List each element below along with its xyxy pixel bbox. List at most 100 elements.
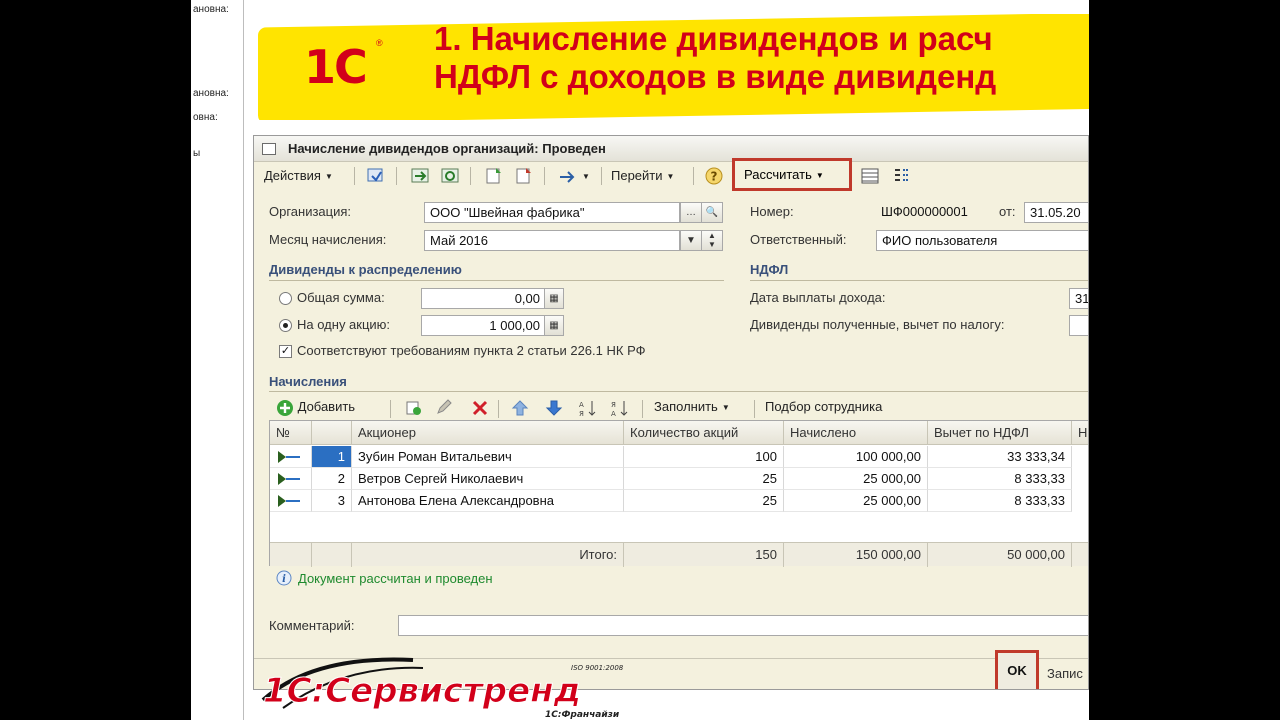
shares-cell[interactable]: 25 (624, 490, 784, 512)
shareholder-cell[interactable]: Ветров Сергей Николаевич (352, 468, 624, 490)
pick-employee-button[interactable]: Подбор сотрудника (765, 396, 882, 418)
month-stepper[interactable]: ▲ ▼ (701, 230, 723, 251)
post-document-icon[interactable] (410, 166, 430, 186)
date-field[interactable]: 31.05.20 (1024, 202, 1088, 223)
toolbar-separator (601, 167, 602, 185)
info-icon: i (276, 570, 292, 586)
compliance-label: Соответствуют требованиям пункта 2 стать… (297, 343, 646, 358)
comment-label: Комментарий: (269, 618, 355, 633)
calculate-button[interactable]: Рассчитать ▼ (732, 158, 852, 191)
refresh-document-icon[interactable] (440, 166, 460, 186)
organization-field[interactable]: ООО "Швейная фабрика" (424, 202, 680, 223)
actions-menu-button[interactable]: Действия ▼ (264, 165, 333, 187)
settings-list-icon[interactable] (892, 166, 912, 186)
comment-field[interactable] (398, 615, 1088, 636)
totals-deduction: 50 000,00 (928, 543, 1072, 567)
column-header-next[interactable]: Н (1072, 421, 1088, 445)
toolbar-separator (693, 167, 694, 185)
chevron-down-icon: ▼ (815, 171, 824, 181)
status-message-text: Документ рассчитан и проведен (298, 571, 493, 586)
column-header-deduction[interactable]: Вычет по НДФЛ (928, 421, 1072, 445)
total-sum-field[interactable]: 0,00 (421, 288, 545, 309)
per-share-field[interactable]: 1 000,00 (421, 315, 545, 336)
column-header-num[interactable]: № (270, 421, 312, 445)
total-sum-radio[interactable] (279, 292, 292, 305)
sort-ascending-icon[interactable]: АЯ (578, 398, 598, 418)
toolbar-separator (396, 167, 397, 185)
chevron-down-icon: ▼ (666, 171, 675, 181)
received-dividends-field[interactable] (1069, 315, 1088, 336)
row-arrow-icon (278, 473, 300, 485)
svg-text:А: А (579, 401, 584, 409)
section-divider (269, 280, 724, 281)
save-post-icon[interactable] (366, 166, 386, 186)
compliance-checkbox[interactable]: ✓ (279, 345, 292, 358)
deduction-cell[interactable]: 8 333,33 (928, 468, 1072, 490)
structure-icon[interactable] (484, 166, 504, 186)
accruals-table: № Акционер Количество акций Начислено Вы… (269, 420, 1088, 567)
toolbar-separator (470, 167, 471, 185)
ellipsis-button[interactable]: … (680, 202, 702, 223)
month-field[interactable]: Май 2016 (424, 230, 680, 251)
goto-label: Перейти (611, 168, 663, 183)
help-icon[interactable]: ? (704, 166, 724, 186)
column-header-shareholder[interactable]: Акционер (352, 421, 624, 445)
chevron-down-icon: ▼ (324, 171, 333, 181)
left-black-bar (0, 0, 191, 720)
window-title: Начисление дивидендов организаций: Прове… (288, 141, 606, 156)
add-row-button[interactable]: Добавить (276, 396, 355, 418)
goto-menu-button[interactable]: Перейти ▼ (611, 165, 674, 187)
copy-row-icon[interactable] (404, 398, 424, 418)
move-down-icon[interactable] (544, 398, 564, 418)
fill-label: Заполнить (654, 399, 718, 414)
payout-date-field[interactable]: 31 (1069, 288, 1088, 309)
responsible-field[interactable]: ФИО пользователя (876, 230, 1088, 251)
row-marker[interactable] (270, 446, 312, 468)
delete-icon[interactable] (470, 398, 490, 418)
column-header-accrued[interactable]: Начислено (784, 421, 928, 445)
date-label: от: (999, 204, 1016, 219)
number-value: ШФ000000001 (881, 204, 968, 219)
strip-text-3: овна: (193, 112, 218, 123)
fill-menu-button[interactable]: Заполнить ▼ (654, 396, 730, 418)
row-number[interactable]: 1 (312, 446, 352, 468)
arrow-right-icon (560, 170, 575, 183)
move-up-icon[interactable] (510, 398, 530, 418)
row-marker[interactable] (270, 490, 312, 512)
edit-pencil-icon[interactable] (434, 398, 454, 418)
totals-accrued: 150 000,00 (784, 543, 928, 567)
row-marker[interactable] (270, 468, 312, 490)
shares-cell[interactable]: 25 (624, 468, 784, 490)
deduction-cell[interactable]: 8 333,33 (928, 490, 1072, 512)
column-header-shares[interactable]: Количество акций (624, 421, 784, 445)
logo-text: 1С:Сервистренд (263, 671, 581, 711)
movements-icon[interactable] (514, 166, 534, 186)
deduction-cell[interactable]: 33 333,34 (928, 446, 1072, 468)
per-share-radio[interactable] (279, 319, 292, 332)
row-number[interactable]: 3 (312, 490, 352, 512)
received-dividends-label: Дивиденды полученные, вычет по налогу: (750, 317, 1005, 332)
column-header-icon (312, 421, 352, 445)
search-icon[interactable]: 🔍 (701, 202, 723, 223)
save-button[interactable]: Запис (1047, 666, 1083, 681)
document-icon (262, 143, 276, 155)
accrued-cell[interactable]: 25 000,00 (784, 468, 928, 490)
row-number[interactable]: 2 (312, 468, 352, 490)
list-view-icon[interactable] (860, 166, 880, 186)
shares-cell[interactable]: 100 (624, 446, 784, 468)
calculator-icon[interactable]: ▦ (544, 288, 564, 309)
create-based-on-button[interactable]: ▼ (558, 165, 590, 187)
accrued-cell[interactable]: 100 000,00 (784, 446, 928, 468)
svg-text:i: i (282, 574, 286, 585)
add-label: Добавить (297, 399, 356, 414)
calculator-icon[interactable]: ▦ (544, 315, 564, 336)
ok-button[interactable]: OK (995, 650, 1039, 689)
shareholder-cell[interactable]: Зубин Роман Витальевич (352, 446, 624, 468)
shareholder-cell[interactable]: Антонова Елена Александровна (352, 490, 624, 512)
month-dropdown-button[interactable]: ▼ (680, 230, 702, 251)
right-black-bar (1089, 0, 1280, 720)
svg-text:А: А (611, 410, 616, 418)
accrued-cell[interactable]: 25 000,00 (784, 490, 928, 512)
sort-descending-icon[interactable]: ЯА (610, 398, 630, 418)
ndfl-section-title: НДФЛ (750, 262, 789, 277)
